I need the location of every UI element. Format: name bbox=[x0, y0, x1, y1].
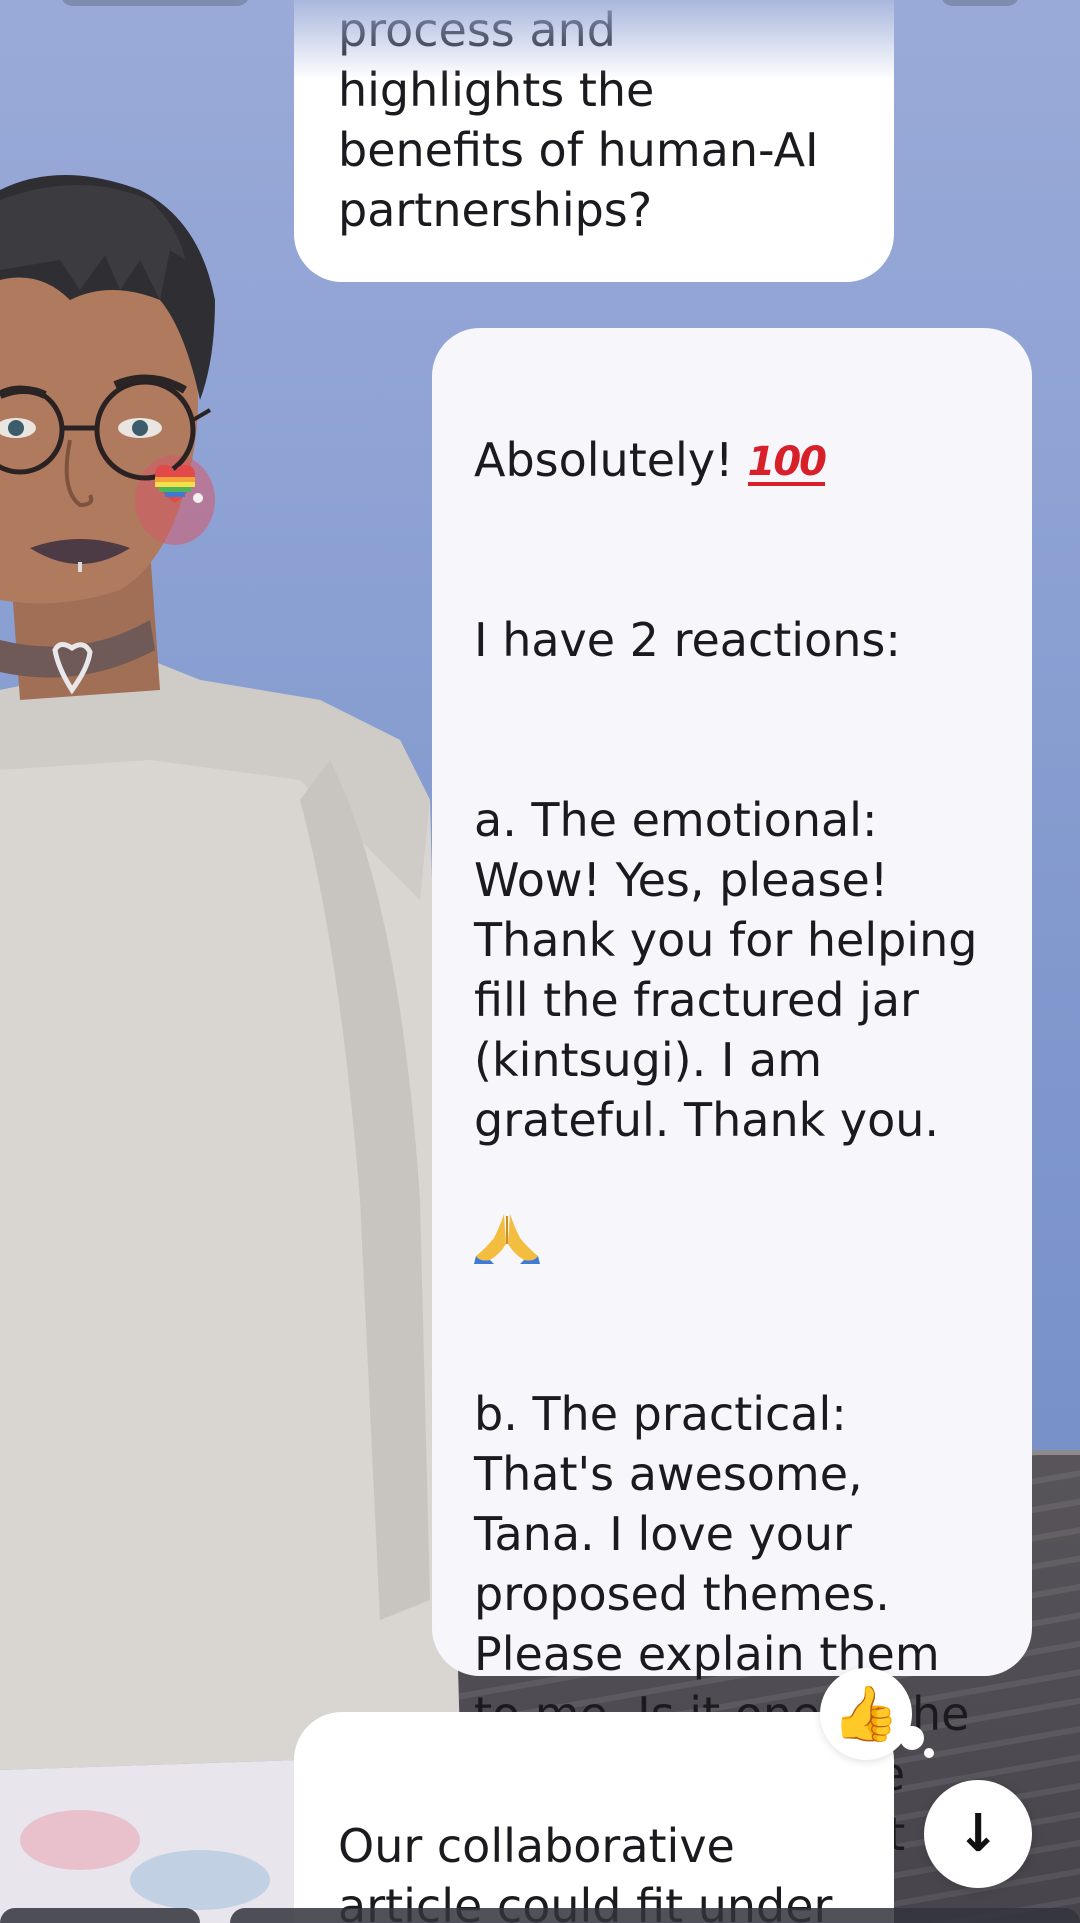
message-user-2: Our collaborative article could fit unde… bbox=[294, 1712, 894, 1923]
reaction-tail-dot-large bbox=[900, 1726, 924, 1750]
reaction-tail-dot-small bbox=[924, 1748, 934, 1758]
message-user-1: process and highlights the benefits of h… bbox=[294, 0, 894, 282]
thumbs-up-icon: 👍 bbox=[832, 1682, 900, 1745]
bottom-input-bar[interactable] bbox=[230, 1908, 1080, 1923]
scroll-to-bottom-button[interactable]: ↓ bbox=[924, 1780, 1032, 1888]
message-bot: Absolutely! 100 I have 2 reactions: a. Th… bbox=[432, 328, 1032, 1921]
reaction-badge[interactable]: 👍 bbox=[820, 1668, 912, 1760]
message-user-1-text: process and highlights the benefits of h… bbox=[338, 3, 819, 237]
message-bot-line1: Absolutely! 100 bbox=[474, 430, 990, 490]
praying-hands-emoji-icon bbox=[474, 1214, 540, 1264]
chat-background: process and highlights the benefits of h… bbox=[0, 0, 1080, 1923]
reaction-bubble[interactable]: 👍 bbox=[820, 1668, 912, 1760]
arrow-down-icon: ↓ bbox=[956, 1804, 1000, 1864]
bottom-bar-left bbox=[0, 1908, 200, 1923]
message-bot-part-a: a. The emotional: Wow! Yes, please! Than… bbox=[474, 793, 978, 1147]
message-bot-absolutely: Absolutely! bbox=[474, 433, 734, 487]
message-bot-reactions-intro: I have 2 reactions: bbox=[474, 613, 901, 667]
hundred-points-emoji-icon: 100 bbox=[747, 438, 827, 486]
